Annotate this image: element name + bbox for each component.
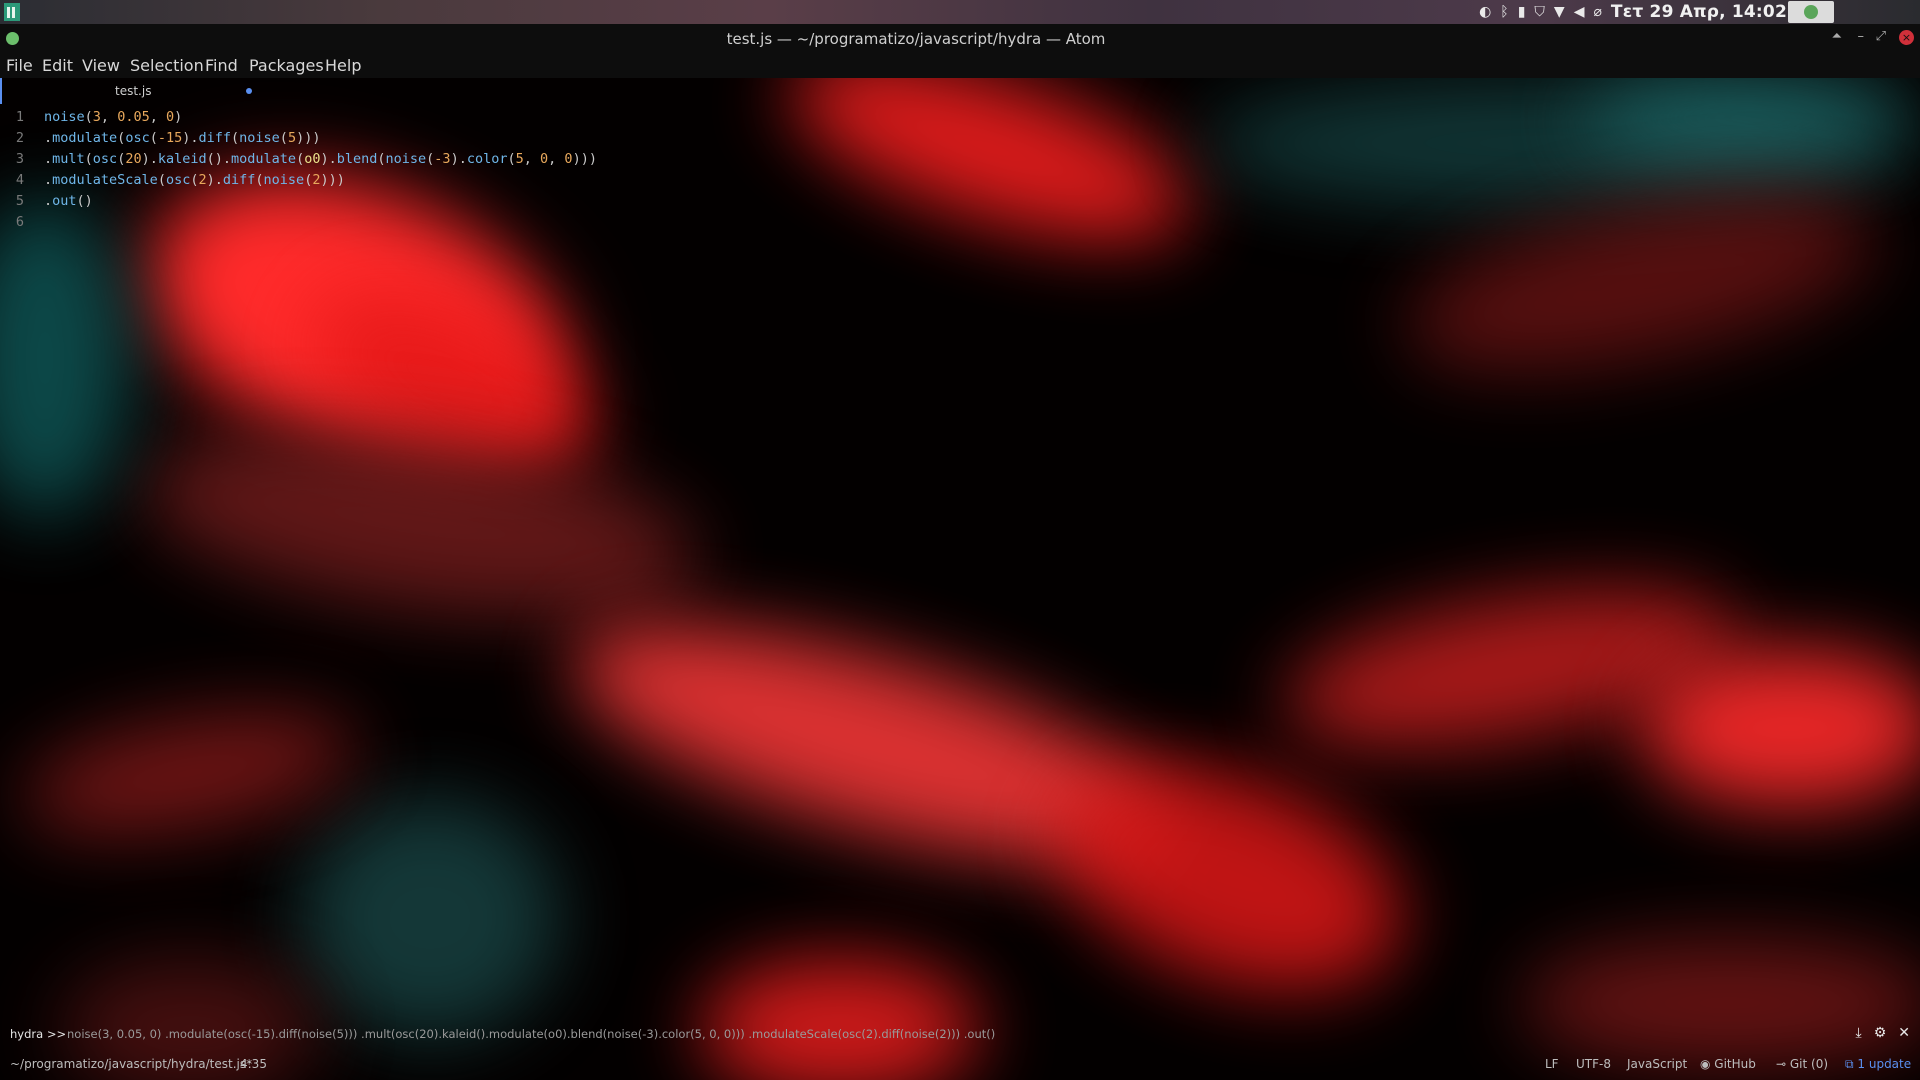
code-editor[interactable]: 1 noise(3, 0.05, 0) 2 .modulate(osc(-15)… xyxy=(0,106,1920,236)
wifi-icon[interactable]: ▼ xyxy=(1554,2,1565,22)
status-bar: ~/programatizo/javascript/hydra/test.js*… xyxy=(0,1052,1920,1076)
shield-icon[interactable]: ⛉ xyxy=(1534,2,1545,22)
console-command[interactable]: noise(3, 0.05, 0) .modulate(osc(-15).dif… xyxy=(67,1027,995,1041)
modified-dot-icon[interactable] xyxy=(246,88,252,94)
update-button[interactable]: ⧉ 1 update xyxy=(1845,1057,1911,1072)
close-icon[interactable]: ✕ xyxy=(1898,1025,1910,1041)
code-text[interactable]: .out() xyxy=(44,193,93,209)
volume-icon[interactable]: ◀ xyxy=(1574,2,1585,22)
line-ending[interactable]: LF xyxy=(1545,1057,1559,1071)
battery-icon[interactable]: ▮ xyxy=(1518,2,1526,22)
clock[interactable]: Τετ 29 Απρ, 14:02 xyxy=(1611,2,1787,22)
grammar[interactable]: JavaScript xyxy=(1627,1057,1687,1071)
bluetooth-icon[interactable]: ᛒ xyxy=(1500,2,1508,22)
menu-edit[interactable]: Edit xyxy=(42,56,73,75)
line-number: 4 xyxy=(15,172,24,188)
close-window-icon[interactable]: × xyxy=(1899,30,1914,45)
hydra-console: hydra >> noise(3, 0.05, 0) .modulate(osc… xyxy=(0,1024,1920,1044)
app-menu-icon[interactable] xyxy=(4,3,22,21)
maximize-icon[interactable]: ⤢ xyxy=(1876,29,1886,44)
code-text[interactable]: noise(3, 0.05, 0) xyxy=(44,109,182,125)
active-tab-indicator xyxy=(0,78,2,104)
tab-test-js[interactable]: test.js xyxy=(0,78,256,104)
code-text[interactable]: .modulateScale(osc(2).diff(noise(2))) xyxy=(44,172,345,188)
file-path[interactable]: ~/programatizo/javascript/hydra/test.js* xyxy=(10,1057,252,1071)
menu-file[interactable]: File xyxy=(6,56,33,75)
workspace-indicator[interactable] xyxy=(1788,1,1834,23)
cursor-position[interactable]: 4:35 xyxy=(240,1057,267,1071)
menu-selection[interactable]: Selection xyxy=(130,56,204,75)
update-icon: ⧉ xyxy=(1845,1057,1858,1071)
code-line[interactable]: 6 xyxy=(0,211,900,232)
visual-blob xyxy=(1640,648,1920,808)
window-titlebar[interactable]: test.js — ~/programatizo/javascript/hydr… xyxy=(0,24,1920,54)
code-line[interactable]: 2 .modulate(osc(-15).diff(noise(5))) xyxy=(0,127,900,148)
code-text[interactable]: .mult(osc(20).kaleid().modulate(o0).blen… xyxy=(44,151,597,167)
paperclip-icon[interactable]: ⌀ xyxy=(1593,2,1601,22)
update-label: 1 update xyxy=(1857,1057,1912,1071)
github-label: GitHub xyxy=(1714,1057,1756,1071)
code-line[interactable]: 5 .out() xyxy=(0,190,900,211)
visual-blob xyxy=(300,798,560,1038)
line-number: 3 xyxy=(15,151,24,167)
system-panel: ◐ ᛒ ▮ ⛉ ▼ ◀ ⌀ Τετ 29 Απρ, 14:02 xyxy=(0,0,1920,24)
tab-label: test.js xyxy=(115,84,152,98)
menu-help[interactable]: Help xyxy=(325,56,361,75)
menu-packages[interactable]: Packages xyxy=(249,56,324,75)
console-controls: ⤓ ⚙ ✕ xyxy=(1856,1025,1911,1041)
line-number: 5 xyxy=(15,193,24,209)
git-icon: ⊸ xyxy=(1776,1057,1790,1071)
github-icon: ◉ xyxy=(1700,1057,1715,1071)
code-text[interactable]: .modulate(osc(-15).diff(noise(5))) xyxy=(44,130,320,146)
code-line[interactable]: 3 .mult(osc(20).kaleid().modulate(o0).bl… xyxy=(0,148,900,169)
settings-icon[interactable]: ⚙ xyxy=(1874,1025,1887,1041)
github-button[interactable]: ◉ GitHub xyxy=(1700,1057,1756,1071)
git-label: Git (0) xyxy=(1789,1057,1829,1071)
window-title: test.js — ~/programatizo/javascript/hydr… xyxy=(726,30,1106,48)
menu-bar: File Edit View Selection Find Packages H… xyxy=(0,54,1920,78)
visual-blob xyxy=(0,198,130,518)
code-line[interactable]: 4 .modulateScale(osc(2).diff(noise(2))) xyxy=(0,169,900,190)
menu-find[interactable]: Find xyxy=(205,56,238,75)
line-number: 6 xyxy=(15,214,24,230)
visual-blob xyxy=(130,399,710,647)
visual-blob xyxy=(1520,938,1920,1068)
shade-icon[interactable]: ⏶ xyxy=(1832,29,1842,44)
encoding[interactable]: UTF-8 xyxy=(1576,1057,1611,1071)
console-prompt: hydra >> xyxy=(10,1027,67,1041)
git-button[interactable]: ⊸ Git (0) xyxy=(1776,1057,1828,1071)
minimize-icon[interactable]: – xyxy=(1858,29,1865,44)
visual-blob xyxy=(13,689,367,857)
steam-icon[interactable]: ◐ xyxy=(1479,2,1491,22)
line-number: 2 xyxy=(15,130,24,146)
line-number: 1 xyxy=(15,109,24,125)
download-icon[interactable]: ⤓ xyxy=(1856,1025,1862,1041)
code-line[interactable]: 1 noise(3, 0.05, 0) xyxy=(0,106,900,127)
system-tray: ◐ ᛒ ▮ ⛉ ▼ ◀ ⌀ Τετ 29 Απρ, 14:02 xyxy=(1479,2,1810,22)
menu-view[interactable]: View xyxy=(82,56,120,75)
